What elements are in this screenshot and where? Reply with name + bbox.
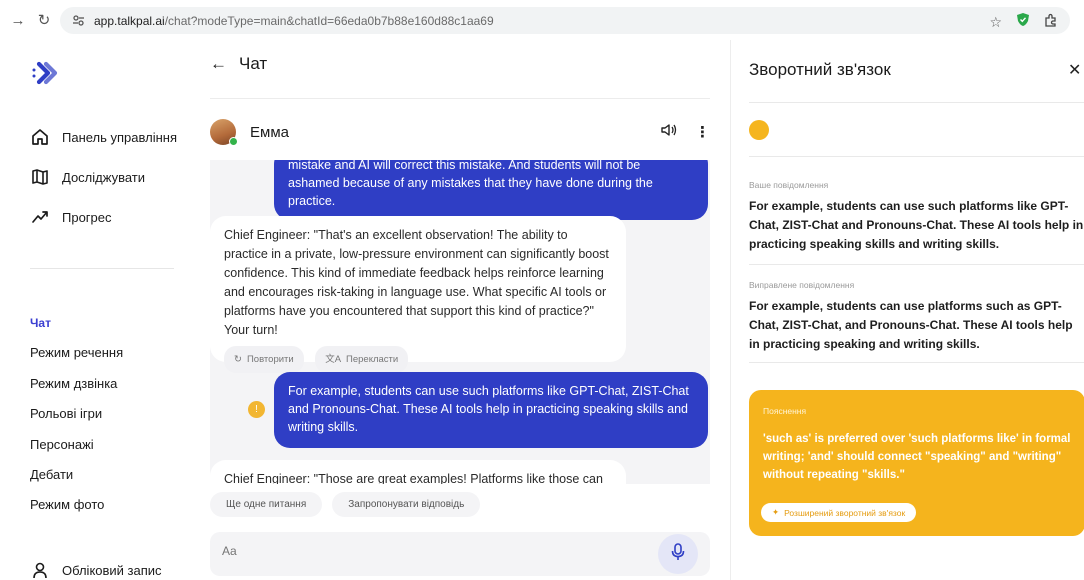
another-question-button[interactable]: Ще одне питання	[210, 492, 323, 517]
contact-row: Емма ⋮	[210, 116, 710, 148]
address-bar[interactable]: app.talkpal.ai/chat?modeType=main&chatId…	[60, 7, 1070, 34]
feedback-status-dot	[749, 120, 769, 140]
message-list[interactable]: mistake and AI will correct this mistake…	[210, 160, 710, 484]
forward-icon[interactable]: →	[6, 12, 30, 29]
sidebar-divider	[30, 268, 174, 269]
mode-call[interactable]: Режим дзвінка	[30, 376, 117, 391]
microphone-button[interactable]	[658, 534, 698, 574]
mode-debates[interactable]: Дебати	[30, 467, 73, 482]
header-divider	[210, 98, 710, 99]
reload-icon[interactable]: ↻	[32, 11, 56, 29]
repeat-button[interactable]: ↻ Повторити	[224, 346, 304, 373]
account-link[interactable]: Обліковий запис	[30, 560, 162, 580]
user-icon	[30, 560, 50, 580]
explanation-label: Пояснення	[763, 406, 807, 416]
account-label: Обліковий запис	[62, 562, 162, 578]
sidebar: Панель управління Досліджувати Прогрес Ч…	[0, 40, 190, 580]
translate-icon: 文A	[325, 354, 342, 365]
mode-characters[interactable]: Персонажі	[30, 437, 94, 452]
panel-divider	[749, 264, 1084, 265]
suggest-answer-button[interactable]: Запропонувати відповідь	[332, 492, 481, 517]
your-message-label: Ваше повідомлення	[749, 180, 829, 190]
panel-title: Зворотний зв'язок	[749, 60, 891, 79]
bot-message: Chief Engineer: "Those are great example…	[210, 460, 626, 484]
nav-progress[interactable]: Прогрес	[30, 207, 112, 227]
avatar[interactable]	[210, 119, 238, 146]
explanation-card: Пояснення 'such as' is preferred over 's…	[749, 390, 1084, 536]
explanation-text: 'such as' is preferred over 'such platfo…	[763, 433, 1071, 481]
mode-sentence[interactable]: Режим речення	[30, 345, 123, 360]
mode-photo[interactable]: Режим фото	[30, 497, 104, 512]
trend-icon	[30, 207, 50, 227]
url-text: app.talkpal.ai/chat?modeType=main&chatId…	[94, 13, 494, 28]
user-message: For example, students can use such platf…	[274, 372, 708, 448]
nav-label: Прогрес	[62, 209, 112, 225]
user-message: mistake and AI will correct this mistake…	[274, 160, 708, 220]
chat-header: ← Чат	[210, 54, 267, 74]
bookmark-star-icon[interactable]: ☆	[989, 14, 1002, 31]
site-settings-icon[interactable]	[70, 13, 86, 29]
message-input[interactable]	[222, 544, 622, 558]
mode-roleplay[interactable]: Рольові ігри	[30, 406, 102, 421]
extended-feedback-button[interactable]: ✦ Розширений зворотний зв'язок	[761, 503, 917, 522]
speaker-icon[interactable]	[661, 123, 677, 141]
suggestions: Ще одне питання Запропонувати відповідь	[210, 492, 481, 517]
chat-area: ← Чат Емма ⋮ mistake and AI will correct…	[190, 40, 730, 580]
panel-divider	[749, 156, 1084, 157]
online-status-dot	[229, 137, 238, 146]
panel-divider	[749, 362, 1084, 363]
back-arrow-icon[interactable]: ←	[210, 54, 227, 74]
home-icon	[30, 127, 50, 147]
your-message-text: For example, students can use such platf…	[749, 199, 1084, 251]
sparkle-icon: ✦	[772, 507, 780, 517]
map-icon	[30, 167, 50, 187]
microphone-icon	[671, 542, 685, 566]
extensions-puzzle-icon[interactable]	[1044, 13, 1058, 32]
feedback-indicator-icon[interactable]: !	[248, 401, 265, 418]
browser-toolbar: → ↻ app.talkpal.ai/chat?modeType=main&ch…	[0, 0, 1084, 40]
message-composer	[210, 532, 710, 576]
nav-dashboard[interactable]: Панель управління	[30, 127, 177, 147]
corrected-message-label: Виправлене повідомлення	[749, 280, 855, 290]
extension-shield-icon[interactable]	[1016, 12, 1030, 32]
talkpal-logo-icon[interactable]	[30, 58, 60, 88]
corrected-message-text: For example, students can use platforms …	[749, 299, 1073, 351]
page-title: Чат	[239, 54, 268, 73]
refresh-icon: ↻	[234, 354, 242, 365]
bot-message-text: Chief Engineer: "That's an excellent obs…	[224, 228, 609, 337]
nav-label: Панель управління	[62, 129, 178, 145]
bot-message-text: Chief Engineer: "Those are great example…	[224, 472, 603, 484]
bot-message: Chief Engineer: "That's an excellent obs…	[210, 216, 626, 373]
close-icon[interactable]: ✕	[1068, 60, 1084, 80]
mode-chat[interactable]: Чат	[30, 316, 51, 330]
nav-label: Досліджувати	[62, 169, 146, 185]
nav-explore[interactable]: Досліджувати	[30, 167, 145, 187]
translate-button[interactable]: 文A Перекласти	[315, 346, 409, 373]
more-vertical-icon[interactable]: ⋮	[695, 123, 710, 141]
contact-name: Емма	[250, 123, 289, 141]
panel-divider	[749, 102, 1084, 103]
feedback-panel: Зворотний зв'язок ✕ Ваше повідомлення Fo…	[730, 40, 1084, 580]
